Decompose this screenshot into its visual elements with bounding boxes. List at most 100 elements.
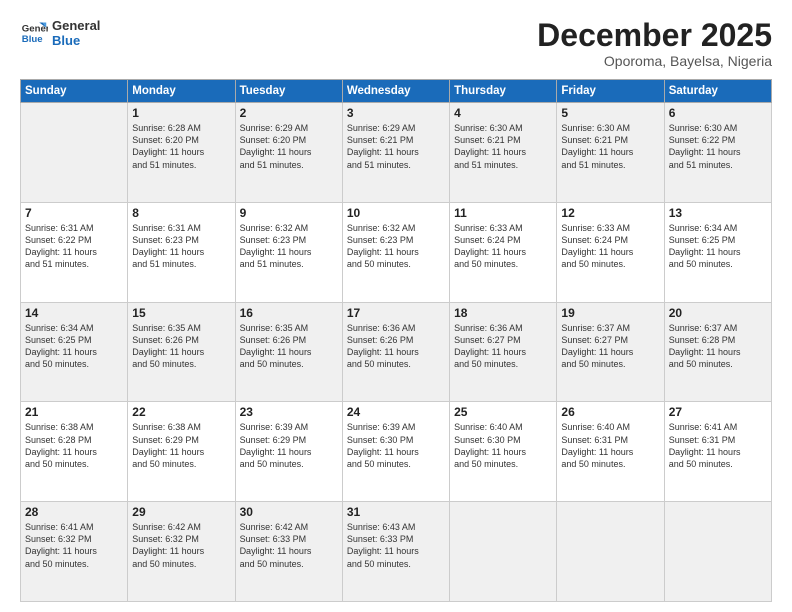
day-number: 6 [669,106,767,120]
calendar-cell: 27 Sunrise: 6:41 AM Sunset: 6:31 PM Dayli… [664,402,771,502]
calendar-cell: 15Sunrise: 6:35 AM Sunset: 6:26 PM Dayli… [128,302,235,402]
day-number: 19 [561,306,659,320]
day-number: 8 [132,206,230,220]
calendar-cell [21,103,128,203]
day-info: Sunrise: 6:33 AM Sunset: 6:24 PM Dayligh… [561,222,659,271]
logo-icon: General Blue [20,19,48,47]
calendar-cell: 23 Sunrise: 6:39 AM Sunset: 6:29 PM Dayli… [235,402,342,502]
day-number: 26 [561,405,659,419]
day-number: 7 [25,206,123,220]
weekday-header-tuesday: Tuesday [235,80,342,103]
weekday-header-friday: Friday [557,80,664,103]
calendar-table: SundayMondayTuesdayWednesdayThursdayFrid… [20,79,772,602]
day-number: 23 [240,405,338,419]
calendar-cell: 19Sunrise: 6:37 AM Sunset: 6:27 PM Dayli… [557,302,664,402]
calendar-cell: 21 Sunrise: 6:38 AM Sunset: 6:28 PM Dayli… [21,402,128,502]
day-number: 31 [347,505,445,519]
calendar-cell: 7 Sunrise: 6:31 AM Sunset: 6:22 PM Daylig… [21,202,128,302]
day-info: Sunrise: 6:42 AM Sunset: 6:32 PM Dayligh… [132,521,230,570]
calendar-cell: 22Sunrise: 6:38 AM Sunset: 6:29 PM Dayli… [128,402,235,502]
day-info: Sunrise: 6:40 AM Sunset: 6:31 PM Dayligh… [561,421,659,470]
title-block: December 2025 Oporoma, Bayelsa, Nigeria [537,18,772,69]
day-info: Sunrise: 6:34 AM Sunset: 6:25 PM Dayligh… [25,322,123,371]
calendar-week-row: 28 Sunrise: 6:41 AM Sunset: 6:32 PM Dayli… [21,502,772,602]
calendar-cell: 25 Sunrise: 6:40 AM Sunset: 6:30 PM Dayli… [450,402,557,502]
calendar-cell: 4 Sunrise: 6:30 AM Sunset: 6:21 PM Daylig… [450,103,557,203]
calendar-cell: 16 Sunrise: 6:35 AM Sunset: 6:26 PM Dayli… [235,302,342,402]
day-info: Sunrise: 6:36 AM Sunset: 6:27 PM Dayligh… [454,322,552,371]
day-info: Sunrise: 6:34 AM Sunset: 6:25 PM Dayligh… [669,222,767,271]
day-info: Sunrise: 6:40 AM Sunset: 6:30 PM Dayligh… [454,421,552,470]
calendar-week-row: 7 Sunrise: 6:31 AM Sunset: 6:22 PM Daylig… [21,202,772,302]
calendar-cell: 14 Sunrise: 6:34 AM Sunset: 6:25 PM Dayli… [21,302,128,402]
calendar-cell: 30Sunrise: 6:42 AM Sunset: 6:33 PM Dayli… [235,502,342,602]
page: General Blue General Blue December 2025 … [0,0,792,612]
day-number: 1 [132,106,230,120]
day-info: Sunrise: 6:35 AM Sunset: 6:26 PM Dayligh… [132,322,230,371]
day-info: Sunrise: 6:41 AM Sunset: 6:32 PM Dayligh… [25,521,123,570]
weekday-header-monday: Monday [128,80,235,103]
day-info: Sunrise: 6:41 AM Sunset: 6:31 PM Dayligh… [669,421,767,470]
calendar-cell: 17Sunrise: 6:36 AM Sunset: 6:26 PM Dayli… [342,302,449,402]
location-subtitle: Oporoma, Bayelsa, Nigeria [537,53,772,69]
day-number: 17 [347,306,445,320]
day-number: 12 [561,206,659,220]
day-number: 11 [454,206,552,220]
svg-text:Blue: Blue [22,34,43,45]
day-number: 22 [132,405,230,419]
day-info: Sunrise: 6:30 AM Sunset: 6:21 PM Dayligh… [561,122,659,171]
day-number: 27 [669,405,767,419]
day-number: 10 [347,206,445,220]
day-number: 9 [240,206,338,220]
day-info: Sunrise: 6:29 AM Sunset: 6:21 PM Dayligh… [347,122,445,171]
calendar-cell: 29Sunrise: 6:42 AM Sunset: 6:32 PM Dayli… [128,502,235,602]
day-number: 3 [347,106,445,120]
weekday-header-thursday: Thursday [450,80,557,103]
calendar-cell [664,502,771,602]
day-number: 14 [25,306,123,320]
calendar-cell: 18 Sunrise: 6:36 AM Sunset: 6:27 PM Dayli… [450,302,557,402]
logo-general: General [52,18,100,33]
day-info: Sunrise: 6:32 AM Sunset: 6:23 PM Dayligh… [240,222,338,271]
month-title: December 2025 [537,18,772,53]
day-number: 2 [240,106,338,120]
day-number: 16 [240,306,338,320]
calendar-cell: 6Sunrise: 6:30 AM Sunset: 6:22 PM Daylig… [664,103,771,203]
day-number: 25 [454,405,552,419]
day-info: Sunrise: 6:43 AM Sunset: 6:33 PM Dayligh… [347,521,445,570]
calendar-cell: 5 Sunrise: 6:30 AM Sunset: 6:21 PM Daylig… [557,103,664,203]
calendar-cell: 13 Sunrise: 6:34 AM Sunset: 6:25 PM Dayli… [664,202,771,302]
day-number: 28 [25,505,123,519]
calendar-cell: 10 Sunrise: 6:32 AM Sunset: 6:23 PM Dayli… [342,202,449,302]
logo: General Blue General Blue [20,18,100,48]
calendar-cell: 28 Sunrise: 6:41 AM Sunset: 6:32 PM Dayli… [21,502,128,602]
day-number: 21 [25,405,123,419]
calendar-week-row: 1 Sunrise: 6:28 AM Sunset: 6:20 PM Daylig… [21,103,772,203]
day-info: Sunrise: 6:39 AM Sunset: 6:29 PM Dayligh… [240,421,338,470]
calendar-week-row: 21 Sunrise: 6:38 AM Sunset: 6:28 PM Dayli… [21,402,772,502]
calendar-cell: 31 Sunrise: 6:43 AM Sunset: 6:33 PM Dayli… [342,502,449,602]
day-number: 20 [669,306,767,320]
day-info: Sunrise: 6:33 AM Sunset: 6:24 PM Dayligh… [454,222,552,271]
day-info: Sunrise: 6:28 AM Sunset: 6:20 PM Dayligh… [132,122,230,171]
day-info: Sunrise: 6:38 AM Sunset: 6:28 PM Dayligh… [25,421,123,470]
day-number: 18 [454,306,552,320]
day-number: 13 [669,206,767,220]
weekday-header-saturday: Saturday [664,80,771,103]
day-info: Sunrise: 6:42 AM Sunset: 6:33 PM Dayligh… [240,521,338,570]
day-info: Sunrise: 6:32 AM Sunset: 6:23 PM Dayligh… [347,222,445,271]
day-number: 5 [561,106,659,120]
day-info: Sunrise: 6:35 AM Sunset: 6:26 PM Dayligh… [240,322,338,371]
day-info: Sunrise: 6:37 AM Sunset: 6:28 PM Dayligh… [669,322,767,371]
calendar-cell: 20 Sunrise: 6:37 AM Sunset: 6:28 PM Dayli… [664,302,771,402]
calendar-cell [450,502,557,602]
day-number: 4 [454,106,552,120]
calendar-cell: 24Sunrise: 6:39 AM Sunset: 6:30 PM Dayli… [342,402,449,502]
calendar-cell: 8Sunrise: 6:31 AM Sunset: 6:23 PM Daylig… [128,202,235,302]
calendar-cell: 3 Sunrise: 6:29 AM Sunset: 6:21 PM Daylig… [342,103,449,203]
calendar-cell: 2Sunrise: 6:29 AM Sunset: 6:20 PM Daylig… [235,103,342,203]
day-info: Sunrise: 6:31 AM Sunset: 6:22 PM Dayligh… [25,222,123,271]
calendar-cell [557,502,664,602]
calendar-cell: 1 Sunrise: 6:28 AM Sunset: 6:20 PM Daylig… [128,103,235,203]
day-info: Sunrise: 6:30 AM Sunset: 6:21 PM Dayligh… [454,122,552,171]
